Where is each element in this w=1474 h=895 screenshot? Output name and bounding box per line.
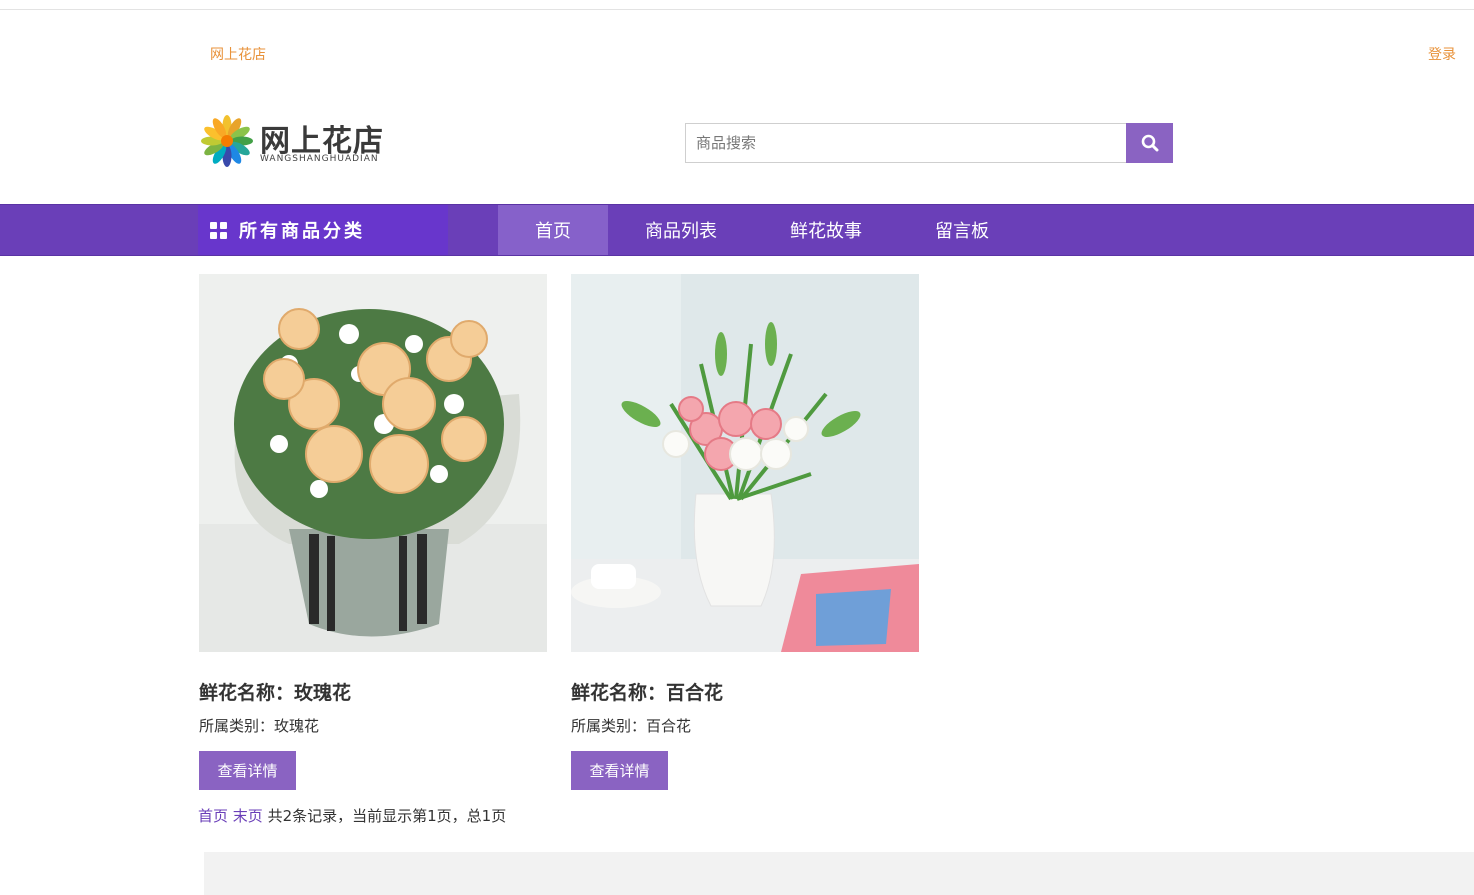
product-card: 鲜花名称：玫瑰花 所属类别：玫瑰花 查看详情 [199, 274, 547, 790]
product-name: 鲜花名称：百合花 [571, 682, 724, 704]
top-divider [0, 9, 1474, 10]
view-details-button[interactable]: 查看详情 [199, 751, 296, 790]
pagination-summary: 共2条记录，当前显示第1页，总1页 [267, 807, 507, 825]
all-categories-menu[interactable]: 所有商品分类 [198, 205, 448, 255]
footer [204, 852, 1474, 895]
nav-message-board[interactable]: 留言板 [920, 205, 1004, 255]
first-page-link[interactable]: 首页 [198, 807, 228, 825]
main-nav: 所有商品分类 首页 商品列表 鲜花故事 留言板 [0, 204, 1474, 256]
all-categories-label: 所有商品分类 [239, 221, 365, 242]
view-details-button[interactable]: 查看详情 [571, 751, 668, 790]
flower-logo-icon [201, 115, 253, 167]
product-category: 所属类别：百合花 [571, 717, 692, 735]
rose-bouquet-image[interactable] [199, 274, 547, 652]
last-page-link[interactable]: 末页 [233, 807, 263, 825]
search-input[interactable] [685, 123, 1126, 163]
site-logo[interactable]: 网上花店 WANGSHANGHUADIAN [200, 114, 400, 170]
nav-flower-stories[interactable]: 鲜花故事 [775, 205, 877, 255]
nav-product-list[interactable]: 商品列表 [630, 205, 732, 255]
pagination: 首页 末页 共2条记录，当前显示第1页，总1页 [198, 805, 506, 826]
product-category: 所属类别：玫瑰花 [199, 717, 320, 735]
login-link[interactable]: 登录 [1428, 44, 1456, 64]
grid-icon [210, 221, 227, 239]
logo-subtitle: WANGSHANGHUADIAN [260, 154, 379, 164]
lily-vase-image[interactable] [571, 274, 919, 652]
site-home-link[interactable]: 网上花店 [210, 44, 266, 64]
product-card: 鲜花名称：百合花 所属类别：百合花 查看详情 [571, 274, 919, 790]
search-icon [1141, 134, 1158, 152]
nav-home[interactable]: 首页 [498, 205, 608, 255]
search-button[interactable] [1126, 123, 1173, 163]
product-name: 鲜花名称：玫瑰花 [199, 682, 352, 704]
